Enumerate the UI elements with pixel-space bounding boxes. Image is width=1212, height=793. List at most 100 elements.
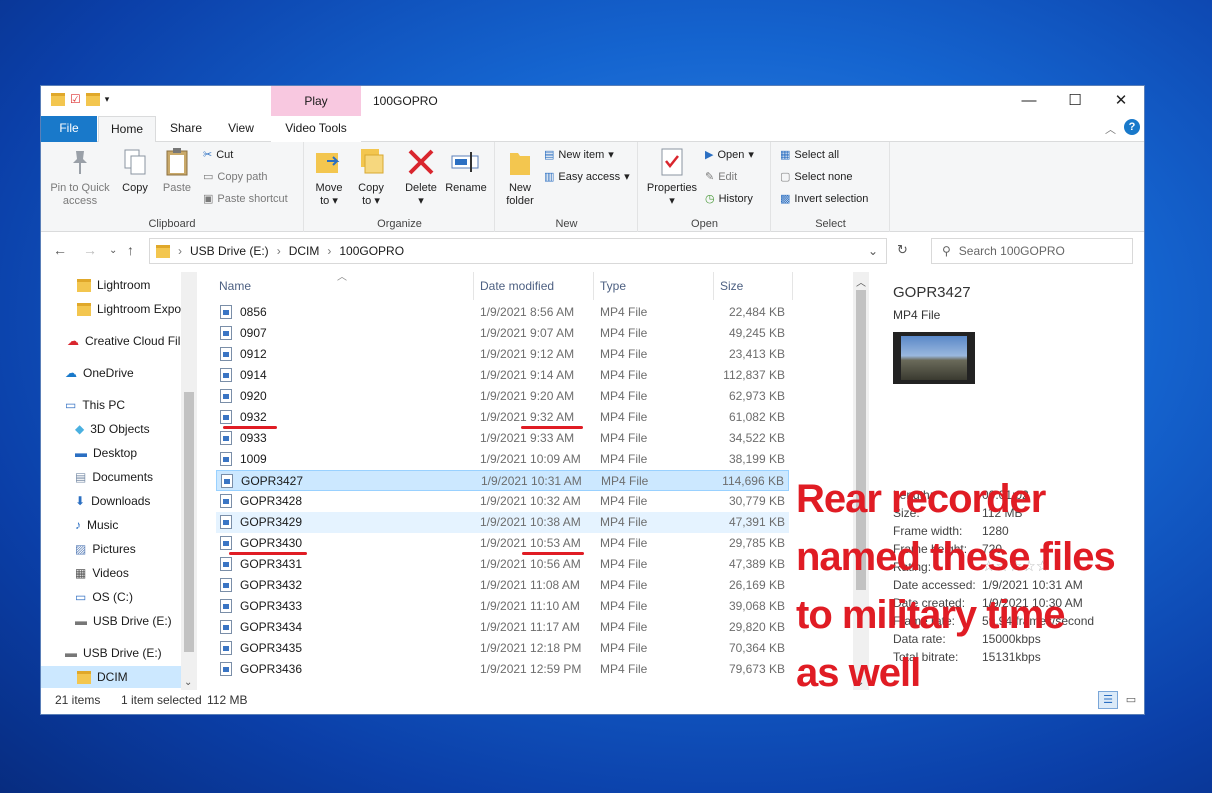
back-icon[interactable]: ← [53, 242, 67, 258]
table-row[interactable]: GOPR3433 1/9/2021 11:10 AM MP4 File 39,068 … [216, 596, 789, 617]
select-all-button[interactable]: ▦ Select all [780, 148, 839, 162]
breadcrumb-dcim[interactable]: DCIM [289, 244, 320, 258]
table-row[interactable]: GOPR3435 1/9/2021 12:18 PM MP4 File 70,364 … [216, 638, 789, 659]
minimize-button[interactable]: — [1006, 86, 1052, 116]
copy-button[interactable]: Copy [115, 146, 155, 195]
table-row[interactable]: 0856 1/9/2021 8:56 AM MP4 File 22,484 KB [216, 302, 789, 323]
sidebar-item-usb-drive-e[interactable]: ▬ USB Drive (E:) [75, 610, 172, 632]
navigation-pane: Lightroom Lightroom Expo ☁ Creative Cloud… [41, 272, 197, 690]
column-header-name[interactable]: Name [219, 272, 251, 300]
new-folder-icon [505, 146, 535, 178]
table-row[interactable]: GOPR3431 1/9/2021 10:56 AM MP4 File 47,389 … [216, 554, 789, 575]
recent-chevron-icon[interactable]: ⌄ [109, 245, 117, 256]
sidebar-item-this-pc[interactable]: ▭ This PC [65, 394, 125, 416]
context-tab-play[interactable]: Play [271, 86, 361, 116]
paste-button[interactable]: Paste [157, 146, 197, 195]
table-row[interactable]: 0932 1/9/2021 9:32 AM MP4 File 61,082 KB [216, 407, 789, 428]
table-row[interactable]: 0907 1/9/2021 9:07 AM MP4 File 49,245 KB [216, 323, 789, 344]
tab-file[interactable]: File [41, 116, 97, 142]
sidebar-item-lightroom[interactable]: Lightroom [77, 274, 150, 296]
invert-selection-button[interactable]: ▩ Invert selection [780, 192, 868, 206]
new-folder-icon[interactable] [85, 92, 100, 106]
sidebar-item-desktop[interactable]: ▬ Desktop [75, 442, 137, 464]
table-row[interactable]: GOPR3427 1/9/2021 10:31 AM MP4 File 114,696… [216, 470, 789, 491]
column-header-date[interactable]: Date modified [473, 272, 554, 300]
help-icon[interactable]: ? [1124, 119, 1140, 135]
table-row[interactable]: GOPR3430 1/9/2021 10:53 AM MP4 File 29,785 … [216, 533, 789, 554]
sidebar-scrollbar[interactable]: ⌄ [181, 272, 197, 690]
sidebar-item-3d-objects[interactable]: ◆ 3D Objects [75, 418, 150, 440]
sidebar-item-onedrive[interactable]: ☁ OneDrive [65, 362, 134, 384]
forward-icon[interactable]: → [83, 242, 97, 258]
sidebar-item-music[interactable]: ♪ Music [75, 514, 118, 536]
table-row[interactable]: GOPR3434 1/9/2021 11:17 AM MP4 File 29,820 … [216, 617, 789, 638]
new-folder-button[interactable]: New folder [500, 146, 540, 208]
table-row[interactable]: 0920 1/9/2021 9:20 AM MP4 File 62,973 KB [216, 386, 789, 407]
search-input[interactable]: ⚲ Search 100GOPRO [931, 238, 1133, 264]
video-frame-image [901, 336, 967, 380]
sidebar-item-videos[interactable]: ▦ Videos [75, 562, 129, 584]
new-group: New folder ▤ New item ▾ ▥ Easy access ▾ New [496, 142, 638, 232]
copy-to-button[interactable]: Copy to ▾ [353, 146, 389, 208]
open-button[interactable]: ▶ Open ▾ [705, 148, 754, 162]
tab-home[interactable]: Home [98, 116, 156, 143]
table-row[interactable]: 0914 1/9/2021 9:14 AM MP4 File 112,837 KB [216, 365, 789, 386]
sidebar-item-creative-cloud[interactable]: ☁ Creative Cloud Fil [67, 330, 180, 352]
column-header-type[interactable]: Type [593, 272, 626, 300]
address-bar[interactable]: › USB Drive (E:) › DCIM › 100GOPRO ⌄ [149, 238, 887, 264]
column-header-size[interactable]: Size [713, 272, 793, 300]
sidebar-item-usb-drive-e-root[interactable]: ▬ USB Drive (E:) [65, 642, 162, 664]
new-item-button[interactable]: ▤ New item ▾ [544, 148, 614, 162]
maximize-button[interactable]: ☐ [1052, 86, 1098, 116]
paste-shortcut-button[interactable]: ▣ Paste shortcut [203, 192, 288, 206]
copy-path-button[interactable]: ▭ Copy path [203, 170, 268, 184]
properties-check-icon[interactable]: ☑ [70, 92, 81, 106]
sidebar-scroll-thumb[interactable] [184, 392, 194, 652]
address-dropdown-icon[interactable]: ⌄ [868, 244, 878, 258]
folder-icon [51, 92, 65, 106]
tab-view[interactable]: View [215, 116, 267, 142]
history-button[interactable]: ◷ History [705, 192, 753, 206]
refresh-icon[interactable]: ↻ [897, 242, 908, 258]
edit-button[interactable]: ✎ Edit [705, 170, 737, 184]
sidebar-item-pictures[interactable]: ▨ Pictures [75, 538, 136, 560]
select-all-icon: ▦ [780, 149, 791, 161]
table-row[interactable]: 0933 1/9/2021 9:33 AM MP4 File 34,522 KB [216, 428, 789, 449]
cut-button[interactable]: ✂ Cut [203, 148, 233, 162]
sidebar-item-downloads[interactable]: ⬇ Downloads [75, 490, 150, 512]
table-row[interactable]: GOPR3428 1/9/2021 10:32 AM MP4 File 30,779 … [216, 491, 789, 512]
sidebar-item-dcim[interactable]: DCIM [41, 666, 181, 688]
file-size: 112,837 KB [723, 368, 785, 382]
file-date: 1/9/2021 10:56 AM [480, 557, 581, 571]
scroll-up-icon[interactable]: ︿ [856, 274, 866, 289]
scroll-down-icon[interactable]: ⌄ [184, 677, 192, 688]
sidebar-item-os-c[interactable]: ▭ OS (C:) [75, 586, 133, 608]
table-row[interactable]: 1009 1/9/2021 10:09 AM MP4 File 38,199 KB [216, 449, 789, 470]
file-date: 1/9/2021 9:20 AM [480, 389, 575, 403]
tab-video-tools[interactable]: Video Tools [271, 116, 361, 142]
table-row[interactable]: GOPR3429 1/9/2021 10:38 AM MP4 File 47,391 … [216, 512, 789, 533]
annotation-text: Rear recorder named these files to milit… [796, 470, 1176, 702]
move-to-button[interactable]: Move to ▾ [311, 146, 347, 208]
table-row[interactable]: GOPR3432 1/9/2021 11:08 AM MP4 File 26,169 … [216, 575, 789, 596]
breadcrumb-usb-drive[interactable]: USB Drive (E:) [190, 244, 269, 258]
table-row[interactable]: GOPR3436 1/9/2021 12:59 PM MP4 File 79,673 … [216, 659, 789, 680]
tab-share[interactable]: Share [159, 116, 213, 142]
sidebar-item-documents[interactable]: ▤ Documents [75, 466, 153, 488]
up-icon[interactable]: ↑ [127, 242, 134, 258]
delete-button[interactable]: Delete ▾ [401, 146, 441, 208]
table-row[interactable]: 0912 1/9/2021 9:12 AM MP4 File 23,413 KB [216, 344, 789, 365]
chevron-down-icon[interactable]: ▾ [105, 94, 110, 105]
select-none-button[interactable]: ▢ Select none [780, 170, 853, 184]
easy-access-button[interactable]: ▥ Easy access ▾ [544, 170, 630, 184]
chevron-up-icon[interactable]: ︿ [1105, 121, 1116, 137]
properties-button[interactable]: Properties ▾ [643, 146, 701, 208]
pin-button[interactable]: Pin to Quick access [47, 146, 113, 208]
rename-button[interactable]: Rename [443, 146, 489, 195]
close-button[interactable]: ✕ [1098, 86, 1144, 116]
file-size: 23,413 KB [728, 347, 785, 361]
mp4-file-icon [220, 620, 232, 637]
sidebar-item-lightroom-export[interactable]: Lightroom Expo [77, 298, 181, 320]
music-note-icon: ♪ [75, 518, 81, 532]
breadcrumb-100gopro[interactable]: 100GOPRO [339, 244, 404, 258]
